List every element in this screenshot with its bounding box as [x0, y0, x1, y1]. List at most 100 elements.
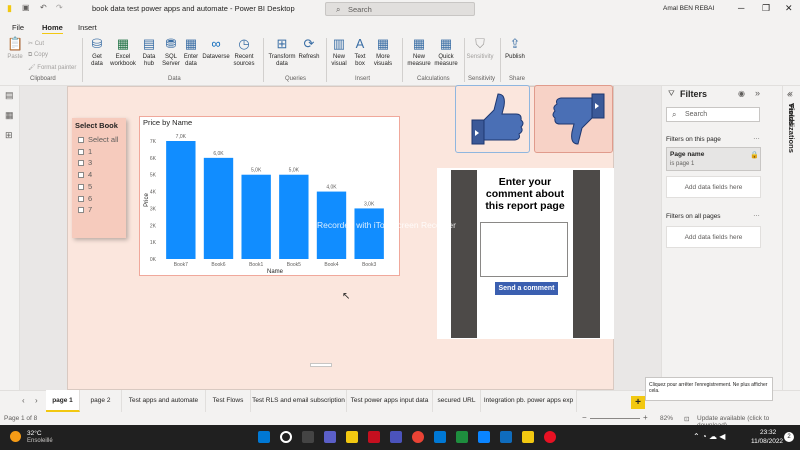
expand-fields-icon[interactable]: «	[788, 88, 793, 98]
page-name-filter-card[interactable]: Page name is page 1 🔒	[666, 147, 761, 171]
new-measure-button[interactable]: ▦ New measure	[405, 36, 433, 68]
more-options-icon[interactable]: …	[753, 211, 760, 218]
outlook-icon[interactable]	[434, 431, 446, 443]
comment-input[interactable]	[480, 222, 568, 277]
model-view-icon[interactable]: ⊞	[5, 130, 15, 140]
add-data-fields-page[interactable]: Add data fields here	[666, 176, 761, 198]
excel-workbook-button[interactable]: ▦ Excel workbook	[109, 36, 137, 68]
new-visual-button[interactable]: ▥ New visual	[329, 36, 349, 68]
fields-pane-label[interactable]: Fields	[787, 104, 796, 126]
mcafee-icon[interactable]	[368, 431, 380, 443]
data-view-icon[interactable]: ▦	[5, 110, 15, 120]
enter-data-button[interactable]: ▦ Enter data	[182, 36, 200, 68]
send-comment-button[interactable]: Send a comment	[495, 282, 558, 295]
windows-start-icon[interactable]	[258, 431, 270, 443]
powerbi-taskbar-icon[interactable]	[522, 431, 534, 443]
system-tray-icons[interactable]: ⌃ ◔ ☁ ◀	[693, 432, 725, 441]
checkbox-icon[interactable]	[78, 207, 84, 214]
paste-button[interactable]: 📋 Paste	[4, 36, 26, 61]
task-view-icon[interactable]	[302, 431, 314, 443]
checkbox-icon[interactable]	[78, 160, 84, 167]
get-data-button[interactable]: ⛁ Get data	[86, 36, 108, 68]
close-icon[interactable]: ✕	[785, 3, 793, 14]
page-tab[interactable]: secured URL	[433, 390, 481, 412]
fit-page-icon[interactable]: ⊡	[684, 415, 689, 423]
canvas-scroll-handle[interactable]	[310, 363, 332, 367]
sensitivity-button[interactable]: ⛉ Sensitivity	[466, 36, 494, 61]
slicer-item[interactable]: 5	[78, 182, 92, 191]
undo-icon[interactable]: ↶	[40, 3, 47, 12]
bar	[166, 141, 196, 259]
bar	[279, 174, 309, 259]
page-tab[interactable]: Integration pb. power apps exp C	[481, 390, 577, 426]
page-tab[interactable]: Test power apps input data	[347, 390, 433, 412]
menu-insert[interactable]: Insert	[78, 23, 97, 32]
teams-chat-icon[interactable]	[324, 431, 336, 443]
checkbox-icon[interactable]	[78, 195, 84, 202]
more-visuals-button[interactable]: ▦ More visuals	[371, 36, 395, 68]
slicer-item[interactable]: 3	[78, 158, 92, 167]
text-box-button[interactable]: A Text box	[351, 36, 369, 68]
filters-search-input[interactable]: ⌕ Search	[666, 107, 760, 122]
edge-icon[interactable]	[478, 431, 490, 443]
recent-sources-icon: ◷	[238, 36, 250, 51]
price-bar-chart[interactable]: Price by Name 0K 1K 2K 3K 4K 5K 6K 7K Price 7,0K Bo…	[139, 116, 400, 276]
redo-icon[interactable]: ↷	[56, 3, 63, 12]
taskbar-search-icon[interactable]	[280, 431, 292, 443]
y-tick-label: 0K	[150, 257, 157, 263]
recent-sources-button[interactable]: ◷ Recent sources	[231, 36, 257, 68]
collapse-filters-icon[interactable]: »	[755, 88, 760, 98]
sql-server-button[interactable]: ⛃ SQL Server	[160, 36, 182, 68]
page-tab[interactable]: page 1	[46, 390, 80, 412]
excel-taskbar-icon[interactable]	[456, 431, 468, 443]
excel-icon: ▦	[116, 36, 130, 51]
add-data-fields-all[interactable]: Add data fields here	[666, 226, 761, 248]
slicer-item[interactable]: 7	[78, 205, 92, 214]
teams-icon[interactable]	[390, 431, 402, 443]
add-page-button[interactable]: +	[631, 396, 645, 409]
page-tab[interactable]: page 2	[80, 390, 122, 412]
checkbox-icon[interactable]	[78, 137, 84, 143]
slicer-item[interactable]: Select all	[78, 135, 118, 144]
quick-measure-button[interactable]: ▦ Quick measure	[433, 36, 459, 68]
book-slicer[interactable]: Select Book Select all 1 3 4 5 6 7	[72, 118, 126, 238]
notification-badge[interactable]: 2	[784, 432, 794, 442]
dataverse-button[interactable]: ∞ Dataverse	[201, 36, 231, 61]
search-input[interactable]: ⌕ Search	[325, 2, 475, 16]
user-name[interactable]: Amal BEN REBAI	[663, 5, 714, 12]
report-view-icon[interactable]: ▤	[5, 90, 15, 100]
save-icon[interactable]: ▣	[22, 3, 30, 12]
word-icon[interactable]	[500, 431, 512, 443]
eye-icon[interactable]: ◉	[738, 89, 745, 98]
checkbox-icon[interactable]	[78, 183, 84, 190]
slicer-item[interactable]: 4	[78, 170, 92, 179]
page-tab[interactable]: Test RLS and email subscription	[251, 390, 347, 412]
dislike-button[interactable]	[534, 85, 613, 153]
page-tab[interactable]: Test apps and automate	[122, 390, 206, 412]
refresh-button[interactable]: ⟳ Refresh	[297, 36, 321, 61]
maximize-icon[interactable]: ❐	[762, 3, 770, 14]
copy-button[interactable]: ⧉ Copy	[28, 52, 48, 59]
zoom-out-icon[interactable]: −	[582, 413, 587, 422]
more-options-icon[interactable]: …	[753, 134, 760, 141]
slicer-item[interactable]: 1	[78, 147, 92, 156]
publish-button[interactable]: ⇪ Publish	[503, 36, 527, 61]
zoom-in-icon[interactable]: +	[643, 413, 648, 422]
checkbox-icon[interactable]	[78, 172, 84, 179]
zoom-slider[interactable]	[590, 418, 640, 419]
tab-scroll-right-icon[interactable]: ›	[35, 396, 38, 405]
chrome-icon[interactable]	[412, 431, 424, 443]
menu-file[interactable]: File	[12, 23, 24, 32]
transform-data-button[interactable]: ⊞ Transform data	[267, 36, 297, 68]
checkbox-icon[interactable]	[78, 148, 84, 155]
minimize-icon[interactable]: ─	[738, 3, 744, 13]
format-painter-button[interactable]: 🖌 Format painter	[28, 64, 76, 71]
like-button[interactable]	[455, 85, 530, 153]
cut-button[interactable]: ✂ Cut	[28, 40, 44, 47]
tab-scroll-left-icon[interactable]: ‹	[22, 396, 25, 405]
data-hub-button[interactable]: ▤ Data hub	[138, 36, 160, 68]
file-explorer-icon[interactable]	[346, 431, 358, 443]
page-tab[interactable]: Test Flows	[206, 390, 251, 412]
slicer-item[interactable]: 6	[78, 194, 92, 203]
recorder-icon[interactable]	[544, 431, 556, 443]
